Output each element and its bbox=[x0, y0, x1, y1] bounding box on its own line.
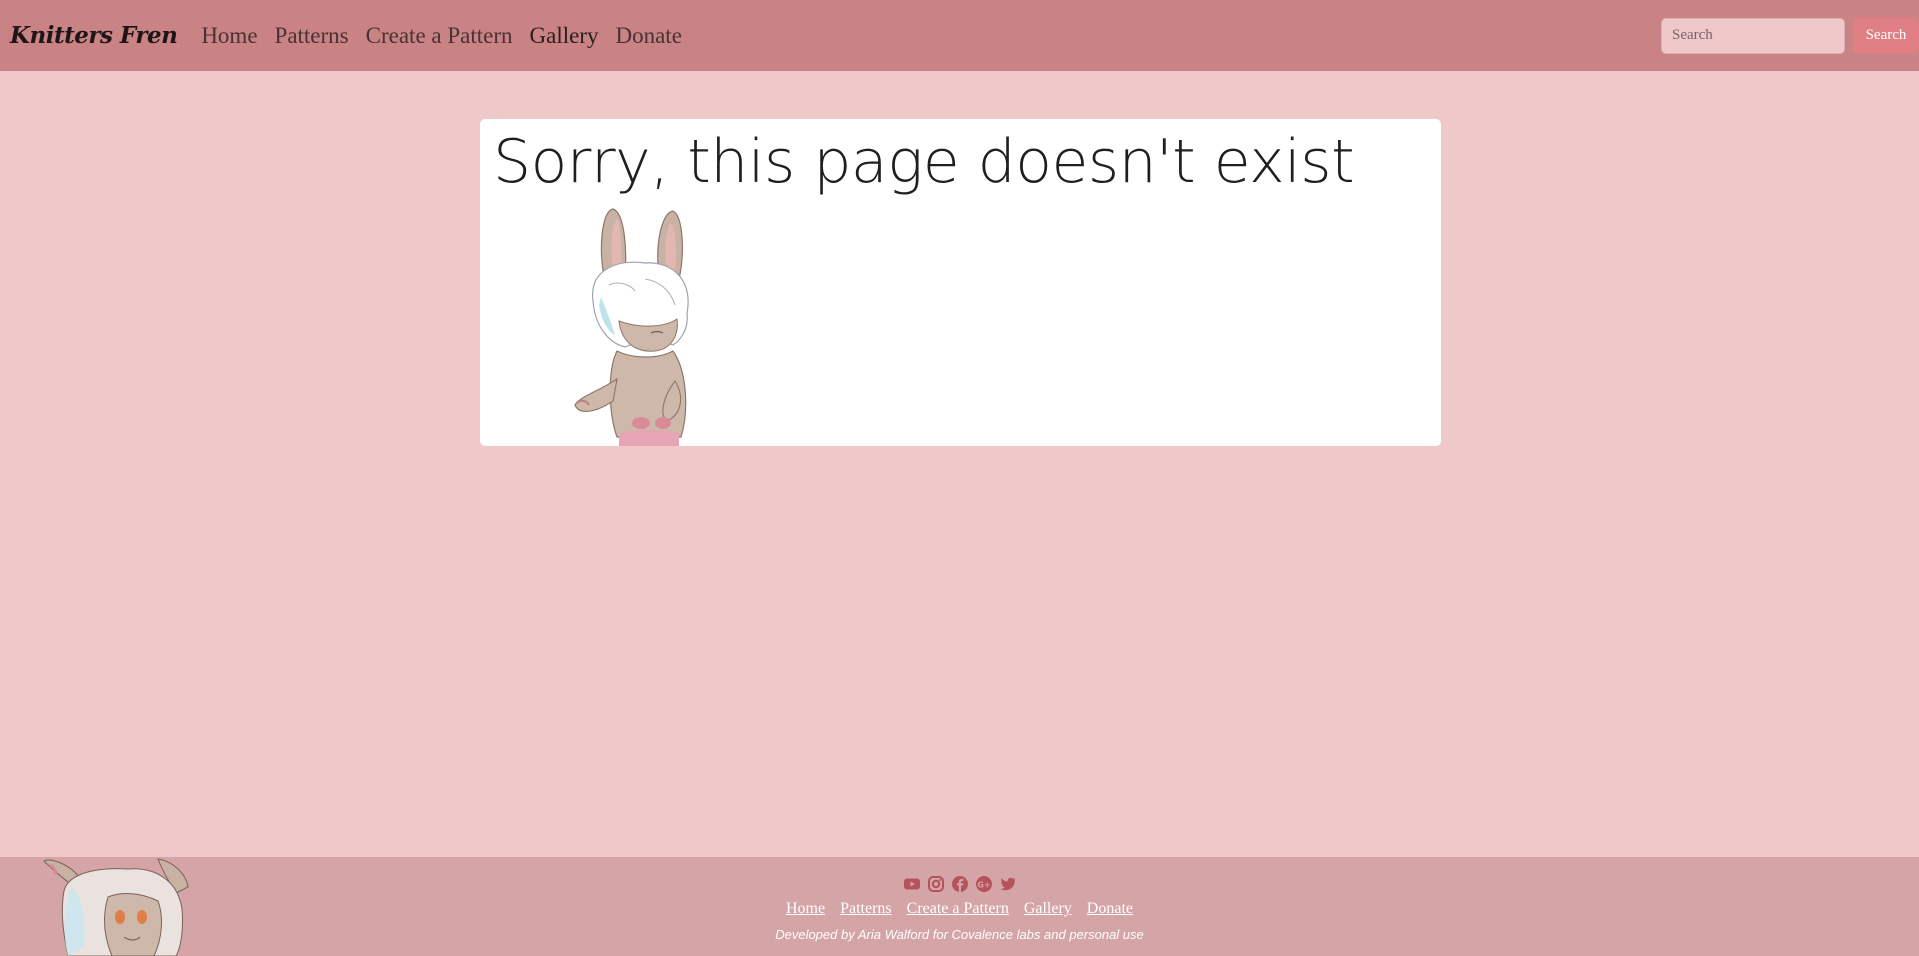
nav-create-a-pattern[interactable]: Create a Pattern bbox=[366, 23, 513, 49]
search-input[interactable] bbox=[1661, 17, 1845, 54]
youtube-icon[interactable] bbox=[903, 875, 921, 893]
facebook-icon[interactable] bbox=[951, 875, 969, 893]
google-plus-icon[interactable]: G+ bbox=[975, 875, 993, 893]
nav-donate[interactable]: Donate bbox=[615, 23, 681, 49]
search-button[interactable]: Search bbox=[1853, 17, 1919, 54]
nav-gallery[interactable]: Gallery bbox=[530, 23, 599, 49]
footer-link-create-a-pattern[interactable]: Create a Pattern bbox=[907, 900, 1009, 918]
search-form: Search bbox=[1661, 17, 1919, 54]
twitter-icon[interactable] bbox=[999, 875, 1017, 893]
social-links: G+ bbox=[0, 875, 1919, 893]
top-navbar: Knitters Fren Home Patterns Create a Pat… bbox=[0, 0, 1919, 71]
svg-text:G+: G+ bbox=[977, 881, 990, 890]
main-nav: Home Patterns Create a Pattern Gallery D… bbox=[201, 23, 699, 49]
footer-link-patterns[interactable]: Patterns bbox=[840, 900, 892, 918]
not-found-card: Sorry, this page doesn't exist bbox=[480, 119, 1441, 446]
footer-link-donate[interactable]: Donate bbox=[1087, 900, 1133, 918]
site-footer: G+ Home Patterns Create a Pattern Galler… bbox=[0, 857, 1919, 956]
footer-link-gallery[interactable]: Gallery bbox=[1024, 900, 1072, 918]
brand-logo[interactable]: Knitters Fren bbox=[10, 22, 178, 49]
nav-home[interactable]: Home bbox=[201, 23, 257, 49]
footer-link-home[interactable]: Home bbox=[786, 900, 825, 918]
footer-nav: Home Patterns Create a Pattern Gallery D… bbox=[0, 900, 1919, 918]
instagram-icon[interactable] bbox=[927, 875, 945, 893]
page-title: Sorry, this page doesn't exist bbox=[493, 127, 1355, 197]
bunny-illustration bbox=[574, 208, 689, 446]
nav-patterns[interactable]: Patterns bbox=[275, 23, 349, 49]
footer-credit: Developed by Aria Walford for Covalence … bbox=[775, 927, 1144, 942]
